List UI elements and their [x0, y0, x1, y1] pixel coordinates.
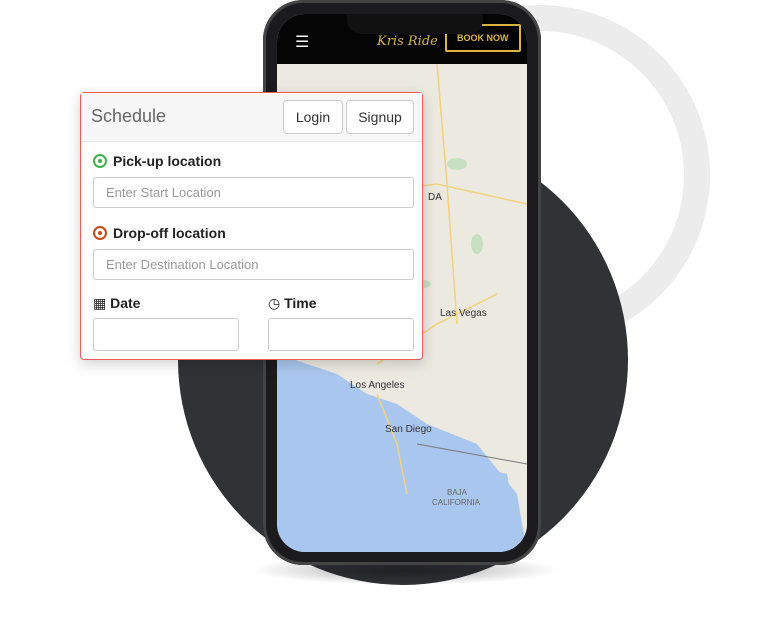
date-label: Date: [110, 295, 141, 311]
map-label-california: CALIFORNIA: [432, 498, 481, 507]
map-label-las-vegas: Las Vegas: [440, 308, 487, 319]
map-label: DA: [428, 192, 442, 203]
hamburger-icon[interactable]: ☰: [295, 32, 309, 52]
signup-button[interactable]: Signup: [346, 100, 414, 134]
pickup-marker-icon: [93, 154, 107, 168]
dropoff-input[interactable]: Enter Destination Location: [93, 249, 414, 280]
phone-notch: [347, 14, 483, 34]
login-button[interactable]: Login: [283, 100, 343, 134]
date-input[interactable]: [93, 318, 239, 351]
clock-icon: ◷: [268, 295, 285, 311]
time-label: Time: [284, 295, 317, 311]
map-label-baja: BAJA: [447, 488, 468, 497]
schedule-title: Schedule: [91, 106, 167, 126]
pickup-input[interactable]: Enter Start Location: [93, 177, 414, 208]
dropoff-label: Drop-off location: [113, 225, 226, 241]
map-label-san-diego: San Diego: [385, 424, 432, 435]
logo: Kris Ride: [377, 34, 438, 49]
time-input[interactable]: [268, 318, 414, 351]
dropoff-marker-icon: [93, 226, 107, 240]
calendar-icon: ▦: [93, 295, 111, 311]
schedule-card: Schedule Login Signup Pick-up location E…: [80, 92, 423, 360]
pickup-label: Pick-up location: [113, 153, 222, 169]
schedule-header: Schedule Login Signup: [81, 93, 422, 142]
map-label-los-angeles: Los Angeles: [350, 380, 405, 391]
